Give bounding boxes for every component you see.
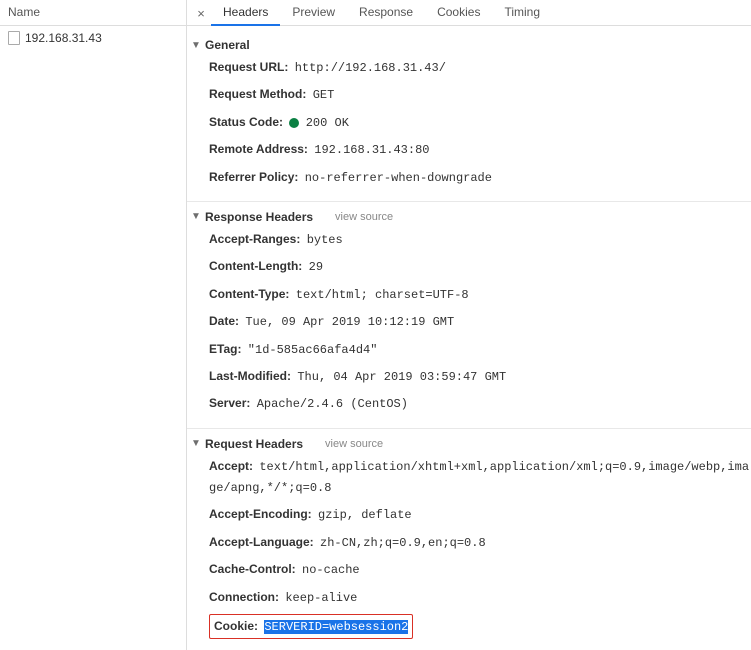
server-row: Server: Apache/2.4.6 (CentOS) [187, 390, 751, 417]
accept-ranges-row: Accept-Ranges: bytes [187, 226, 751, 253]
remote-address-value: 192.168.31.43:80 [314, 143, 429, 157]
last-modified-row: Last-Modified: Thu, 04 Apr 2019 03:59:47… [187, 363, 751, 390]
request-url-label: Request URL: [209, 60, 288, 74]
content-length-label: Content-Length: [209, 259, 302, 273]
name-column-header: Name [0, 0, 186, 26]
accept-encoding-value: gzip, deflate [318, 508, 412, 522]
accept-language-value: zh-CN,zh;q=0.9,en;q=0.8 [320, 536, 486, 550]
collapse-icon: ▼ [191, 40, 201, 51]
requests-panel: Name 192.168.31.43 [0, 0, 187, 650]
request-list: 192.168.31.43 [0, 26, 186, 650]
accept-ranges-value: bytes [307, 233, 343, 247]
date-row: Date: Tue, 09 Apr 2019 10:12:19 GMT [187, 308, 751, 335]
request-method-label: Request Method: [209, 87, 306, 101]
response-headers-header[interactable]: ▼ Response Headers view source [187, 208, 751, 226]
referrer-policy-row: Referrer Policy: no-referrer-when-downgr… [187, 164, 751, 191]
close-icon[interactable]: × [191, 4, 211, 21]
details-panel: × Headers Preview Response Cookies Timin… [187, 0, 751, 650]
request-item[interactable]: 192.168.31.43 [0, 28, 186, 48]
etag-row: ETag: "1d-585ac66afa4d4" [187, 336, 751, 363]
headers-content: ▼ General Request URL: http://192.168.31… [187, 26, 751, 650]
tabs-bar: × Headers Preview Response Cookies Timin… [187, 0, 751, 26]
content-type-value: text/html; charset=UTF-8 [296, 288, 469, 302]
accept-language-label: Accept-Language: [209, 535, 314, 549]
connection-value: keep-alive [285, 591, 357, 605]
request-headers-section: ▼ Request Headers view source Accept: te… [187, 429, 751, 650]
accept-language-row: Accept-Language: zh-CN,zh;q=0.9,en;q=0.8 [187, 529, 751, 556]
remote-address-label: Remote Address: [209, 142, 308, 156]
content-type-label: Content-Type: [209, 287, 289, 301]
status-code-row: Status Code: 200 OK [187, 109, 751, 136]
cache-control-row: Cache-Control: no-cache [187, 556, 751, 583]
server-label: Server: [209, 396, 250, 410]
accept-value: text/html,application/xhtml+xml,applicat… [209, 460, 749, 495]
request-item-label: 192.168.31.43 [25, 31, 102, 45]
cache-control-value: no-cache [302, 563, 360, 577]
referrer-policy-label: Referrer Policy: [209, 170, 298, 184]
tab-response[interactable]: Response [347, 0, 425, 26]
cookie-highlight-box: Cookie: SERVERID=websession2 [209, 614, 413, 639]
view-source-link[interactable]: view source [335, 211, 393, 223]
host-row: Host: 192.168.31.43 [187, 642, 751, 650]
request-method-row: Request Method: GET [187, 81, 751, 108]
request-headers-title: Request Headers [205, 437, 303, 451]
accept-encoding-label: Accept-Encoding: [209, 507, 312, 521]
status-dot-icon [289, 118, 299, 128]
file-icon [8, 31, 20, 45]
last-modified-value: Thu, 04 Apr 2019 03:59:47 GMT [297, 370, 506, 384]
response-headers-title: Response Headers [205, 210, 313, 224]
tab-headers[interactable]: Headers [211, 0, 280, 26]
accept-encoding-row: Accept-Encoding: gzip, deflate [187, 501, 751, 528]
general-header[interactable]: ▼ General [187, 36, 751, 54]
date-value: Tue, 09 Apr 2019 10:12:19 GMT [245, 315, 454, 329]
general-section: ▼ General Request URL: http://192.168.31… [187, 30, 751, 202]
tab-preview[interactable]: Preview [280, 0, 347, 26]
accept-row: Accept: text/html,application/xhtml+xml,… [187, 453, 751, 502]
content-length-value: 29 [309, 260, 323, 274]
connection-row: Connection: keep-alive [187, 584, 751, 611]
tab-timing[interactable]: Timing [492, 0, 552, 26]
request-headers-header[interactable]: ▼ Request Headers view source [187, 435, 751, 453]
cookie-label: Cookie: [214, 619, 258, 633]
status-code-value: 200 OK [306, 116, 349, 130]
cache-control-label: Cache-Control: [209, 562, 296, 576]
cookie-value: SERVERID=websession2 [264, 620, 408, 634]
referrer-policy-value: no-referrer-when-downgrade [305, 171, 492, 185]
general-title: General [205, 38, 250, 52]
status-code-label: Status Code: [209, 115, 283, 129]
view-source-link[interactable]: view source [325, 438, 383, 450]
collapse-icon: ▼ [191, 438, 201, 449]
etag-label: ETag: [209, 342, 241, 356]
request-url-row: Request URL: http://192.168.31.43/ [187, 54, 751, 81]
server-value: Apache/2.4.6 (CentOS) [257, 397, 408, 411]
accept-label: Accept: [209, 459, 253, 473]
request-method-value: GET [313, 88, 335, 102]
etag-value: "1d-585ac66afa4d4" [248, 343, 378, 357]
remote-address-row: Remote Address: 192.168.31.43:80 [187, 136, 751, 163]
tab-cookies[interactable]: Cookies [425, 0, 492, 26]
response-headers-section: ▼ Response Headers view source Accept-Ra… [187, 202, 751, 429]
connection-label: Connection: [209, 590, 279, 604]
last-modified-label: Last-Modified: [209, 369, 291, 383]
cookie-row: Cookie: SERVERID=websession2 [187, 611, 751, 642]
request-url-value: http://192.168.31.43/ [295, 61, 446, 75]
accept-ranges-label: Accept-Ranges: [209, 232, 300, 246]
content-type-row: Content-Type: text/html; charset=UTF-8 [187, 281, 751, 308]
collapse-icon: ▼ [191, 211, 201, 222]
date-label: Date: [209, 314, 239, 328]
content-length-row: Content-Length: 29 [187, 253, 751, 280]
